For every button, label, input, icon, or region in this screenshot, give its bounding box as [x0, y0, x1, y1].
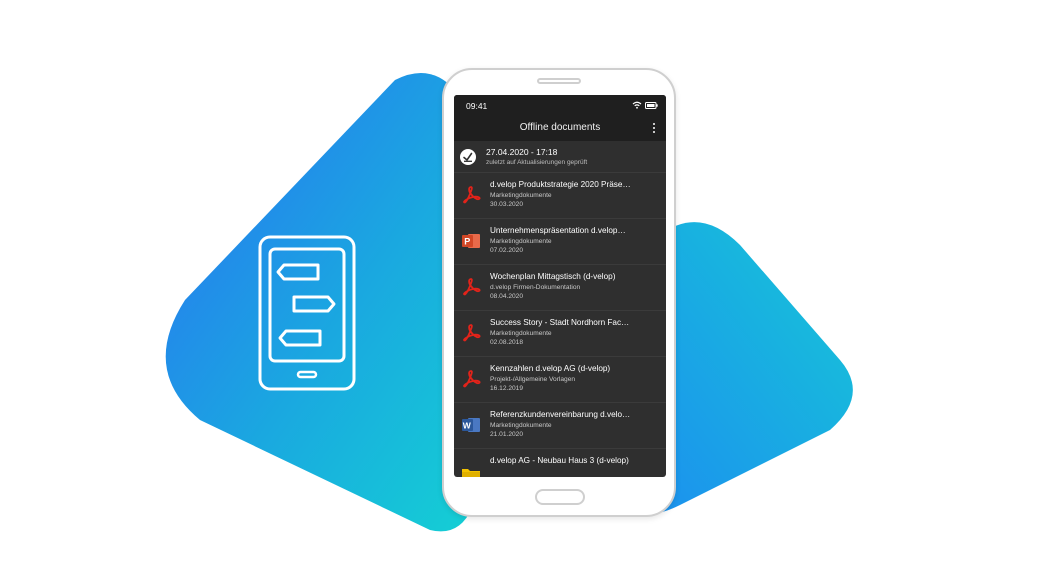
phone-speaker: [537, 78, 581, 84]
list-item[interactable]: d.velop Produktstrategie 2020 Präse… Mar…: [454, 173, 666, 219]
document-folder: Projekt-/Allgemeine Vorlagen: [490, 376, 576, 383]
sync-status: 27.04.2020 - 17:18 zuletzt auf Aktualisi…: [454, 141, 666, 173]
document-title: Success Story - Stadt Nordhorn Fac…: [490, 318, 630, 327]
sync-date: 27.04.2020 - 17:18: [486, 147, 558, 157]
document-title: Kennzahlen d.velop AG (d-velop): [490, 364, 611, 373]
document-list: d.velop Produktstrategie 2020 Präse… Mar…: [454, 173, 666, 477]
app-title: Offline documents: [519, 122, 601, 133]
pdf-icon: [463, 278, 481, 296]
home-button[interactable]: [535, 489, 585, 505]
checkmark-circle-icon: [460, 149, 476, 165]
document-title: Wochenplan Mittagstisch (d-velop): [490, 272, 616, 281]
document-date: 30.03.2020: [490, 201, 524, 208]
document-date: 21.01.2020: [490, 431, 524, 438]
document-date: 16.12.2019: [490, 385, 524, 392]
powerpoint-icon: P: [462, 234, 480, 248]
status-time: 09:41: [466, 101, 488, 111]
document-folder: Marketingdokumente: [490, 238, 552, 245]
pdf-icon: [463, 324, 481, 342]
document-date: 07.02.2020: [490, 247, 524, 254]
document-folder: Marketingdokumente: [490, 192, 552, 199]
list-item[interactable]: Success Story - Stadt Nordhorn Fac… Mark…: [454, 311, 666, 357]
pdf-icon: [463, 186, 481, 204]
document-title: Referenzkundenvereinbarung d.velo…: [490, 410, 631, 419]
app-bar: Offline documents: [454, 117, 666, 141]
document-title: d.velop AG - Neubau Haus 3 (d-velop): [490, 456, 629, 465]
list-item[interactable]: P Unternehmenspräsentation d.velop… Mark…: [454, 219, 666, 265]
document-title: Unternehmenspräsentation d.velop…: [490, 226, 626, 235]
status-bar: 09:41: [454, 95, 666, 117]
list-item[interactable]: Kennzahlen d.velop AG (d-velop) Projekt-…: [454, 357, 666, 403]
mobile-app-outline-icon: [258, 235, 356, 391]
svg-text:W: W: [463, 421, 472, 431]
list-item[interactable]: Wochenplan Mittagstisch (d-velop) d.velo…: [454, 265, 666, 311]
list-item[interactable]: W Referenzkundenvereinbarung d.velo… Mar…: [454, 403, 666, 449]
document-folder: Marketingdokumente: [490, 422, 552, 429]
document-folder: Marketingdokumente: [490, 330, 552, 337]
sync-subtitle: zuletzt auf Aktualisierungen geprüft: [486, 159, 588, 166]
document-title: d.velop Produktstrategie 2020 Präse…: [490, 180, 631, 189]
document-folder: d.velop Firmen-Dokumentation: [490, 284, 581, 291]
status-icons: [632, 101, 658, 109]
folder-icon: [462, 469, 480, 477]
list-item[interactable]: d.velop AG - Neubau Haus 3 (d-velop): [454, 449, 666, 477]
svg-text:P: P: [464, 237, 470, 247]
phone-screen: 09:41 Offline documents 27.04.2020 - 17:…: [454, 95, 666, 477]
word-icon: W: [462, 418, 480, 432]
battery-icon: [645, 101, 658, 109]
more-vertical-icon[interactable]: [652, 123, 656, 135]
pdf-icon: [463, 370, 481, 388]
document-date: 02.08.2018: [490, 339, 524, 346]
phone-device: 09:41 Offline documents 27.04.2020 - 17:…: [442, 68, 676, 517]
document-date: 08.04.2020: [490, 293, 524, 300]
wifi-icon: [632, 101, 642, 109]
